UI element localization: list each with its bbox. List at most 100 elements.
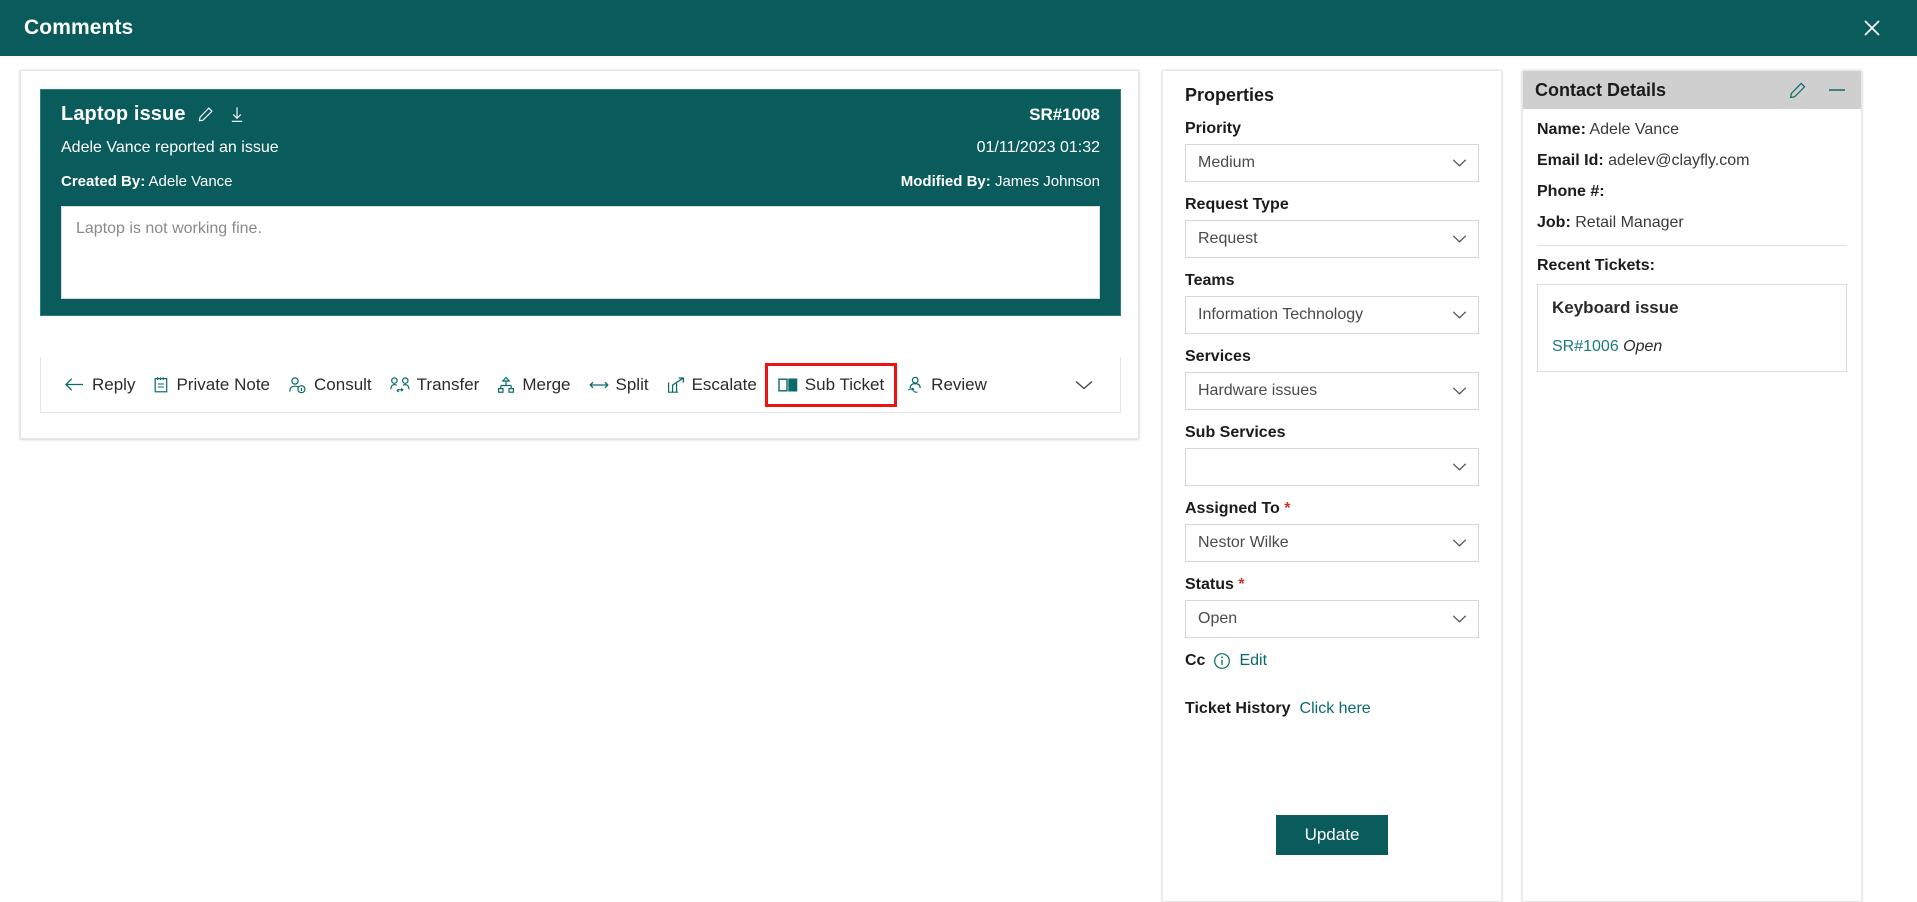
- assigned-to-value: Nestor Wilke: [1198, 534, 1289, 551]
- field-label-services: Services: [1185, 348, 1479, 366]
- ticket-history-label: Ticket History: [1185, 700, 1291, 717]
- update-button-container: Update: [1163, 815, 1501, 855]
- divider: [1537, 245, 1847, 246]
- recent-ticket-id[interactable]: SR#1006: [1552, 338, 1619, 355]
- note-icon: [153, 376, 169, 394]
- status-select[interactable]: Open: [1185, 600, 1479, 638]
- download-icon[interactable]: [226, 104, 248, 126]
- ticket-datetime: 01/11/2023 01:32: [976, 139, 1100, 156]
- action-label: Split: [615, 374, 649, 394]
- contact-name: Name: Adele Vance: [1537, 121, 1847, 139]
- dual-panel-icon: [778, 377, 798, 393]
- label-text: Request Type: [1185, 196, 1289, 213]
- action-label: Escalate: [691, 374, 757, 394]
- label-text: Teams: [1185, 272, 1235, 289]
- chevron-down-icon[interactable]: [1074, 379, 1110, 391]
- ticket-number: SR#1008: [1029, 104, 1100, 124]
- recent-ticket-item[interactable]: Keyboard issue SR#1006 Open: [1537, 284, 1847, 372]
- cc-label: Cc: [1185, 652, 1206, 669]
- field-label-sub-services: Sub Services: [1185, 424, 1479, 442]
- close-icon[interactable]: [1849, 7, 1895, 49]
- action-reply[interactable]: Reply: [55, 369, 144, 401]
- action-consult[interactable]: Consult: [279, 369, 381, 401]
- action-private-note[interactable]: Private Note: [144, 369, 279, 401]
- properties-title: Properties: [1185, 85, 1275, 105]
- required-indicator: *: [1238, 576, 1245, 593]
- chevron-down-icon: [1452, 463, 1467, 472]
- cc-edit-link[interactable]: Edit: [1239, 652, 1267, 670]
- action-label: Transfer: [416, 374, 480, 394]
- split-arrows-icon: [588, 378, 609, 392]
- modified-by: Modified By: James Johnson: [901, 173, 1100, 190]
- action-label: Merge: [522, 374, 571, 394]
- ticket-history-link[interactable]: Click here: [1300, 700, 1371, 718]
- pencil-icon[interactable]: [195, 104, 217, 126]
- priority-value: Medium: [1198, 154, 1255, 171]
- created-by: Created By: Adele Vance: [61, 173, 233, 190]
- contact-email-label: Email Id:: [1537, 152, 1604, 169]
- pencil-icon[interactable]: [1788, 81, 1807, 100]
- status-value: Open: [1198, 610, 1238, 627]
- action-sub-ticket[interactable]: Sub Ticket: [764, 362, 898, 407]
- contact-job-label: Job:: [1537, 214, 1571, 231]
- contact-name-label: Name:: [1537, 121, 1586, 138]
- contact-phone: Phone #:: [1537, 183, 1847, 201]
- action-split[interactable]: Split: [580, 369, 658, 401]
- priority-select[interactable]: Medium: [1185, 144, 1479, 182]
- merge-icon: [497, 376, 515, 394]
- assigned-to-select[interactable]: Nestor Wilke: [1185, 524, 1479, 562]
- comment-input[interactable]: Laptop is not working fine.: [61, 206, 1100, 299]
- update-button[interactable]: Update: [1276, 815, 1388, 855]
- recent-ticket-title: Keyboard issue: [1552, 298, 1679, 317]
- people-swap-icon: [389, 376, 410, 394]
- sub-services-select[interactable]: [1185, 448, 1479, 486]
- contact-header-actions: [1788, 81, 1847, 100]
- recent-ticket-status: Open: [1623, 338, 1663, 355]
- recent-ticket-meta: SR#1006 Open: [1552, 338, 1832, 356]
- action-label: Consult: [314, 374, 372, 394]
- contact-job: Job: Retail Manager: [1537, 214, 1847, 232]
- contact-email-value: adelev@clayfly.com: [1608, 152, 1750, 169]
- action-label: Sub Ticket: [804, 374, 885, 394]
- required-indicator: *: [1284, 500, 1291, 517]
- contact-details-title: Contact Details: [1535, 79, 1667, 100]
- chevron-down-icon: [1452, 615, 1467, 624]
- action-toolbar: Reply Private Note Consult Transfer Merg…: [40, 357, 1121, 413]
- action-escalate[interactable]: Escalate: [658, 369, 766, 401]
- label-text: Priority: [1185, 120, 1242, 137]
- cc-row: Cc Edit: [1185, 652, 1479, 670]
- contact-details-panel: Contact Details Name: Adele Vance Email …: [1522, 70, 1862, 902]
- contact-name-value: Adele Vance: [1589, 121, 1680, 138]
- modified-by-label: Modified By:: [900, 173, 991, 190]
- field-label-teams: Teams: [1185, 272, 1479, 290]
- field-label-status: Status *: [1185, 576, 1479, 594]
- comment-text: Laptop is not working fine.: [76, 220, 262, 237]
- services-select[interactable]: Hardware issues: [1185, 372, 1479, 410]
- request-type-select[interactable]: Request: [1185, 220, 1479, 258]
- info-icon[interactable]: [1213, 652, 1231, 670]
- action-review[interactable]: Review: [896, 369, 996, 401]
- recent-tickets-title: Recent Tickets:: [1537, 257, 1655, 274]
- modified-by-value: James Johnson: [994, 173, 1100, 190]
- person-info-icon: [288, 376, 307, 394]
- field-label-request-type: Request Type: [1185, 196, 1479, 214]
- field-label-assigned-to: Assigned To *: [1185, 500, 1479, 518]
- ticket-history-row: Ticket History Click here: [1185, 700, 1479, 718]
- conversation-card: Laptop issue SR#1008 Adele Vance reporte…: [20, 70, 1139, 439]
- created-by-label: Created By:: [61, 173, 146, 190]
- ticket-title: Laptop issue: [61, 103, 186, 125]
- action-label: Reply: [92, 374, 136, 394]
- teams-value: Information Technology: [1198, 306, 1364, 323]
- page-title: Comments: [24, 16, 134, 39]
- created-by-value: Adele Vance: [148, 173, 233, 190]
- action-merge[interactable]: Merge: [488, 369, 579, 401]
- teams-select[interactable]: Information Technology: [1185, 296, 1479, 334]
- action-transfer[interactable]: Transfer: [381, 369, 489, 401]
- request-type-value: Request: [1198, 230, 1258, 247]
- minimize-icon[interactable]: [1827, 84, 1847, 96]
- services-value: Hardware issues: [1198, 382, 1318, 399]
- label-text: Assigned To: [1185, 500, 1280, 517]
- contact-email: Email Id: adelev@clayfly.com: [1537, 152, 1847, 170]
- window-title-bar: Comments: [0, 0, 1917, 56]
- field-label-priority: Priority: [1185, 120, 1479, 138]
